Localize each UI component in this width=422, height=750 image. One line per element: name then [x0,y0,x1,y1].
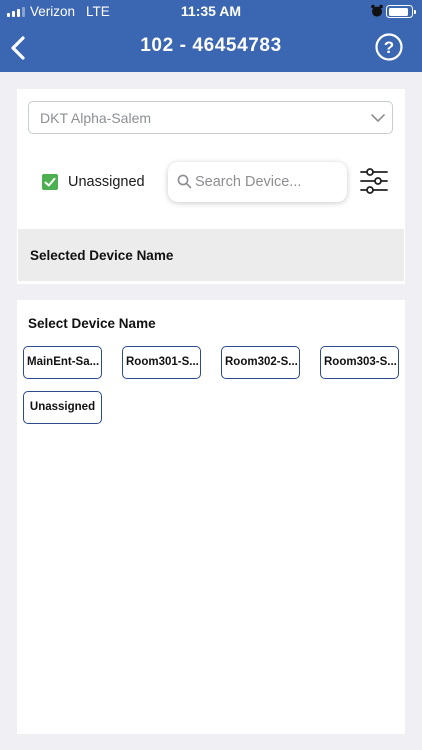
chevron-down-icon [371,114,385,122]
selected-device-section: Selected Device Name [18,229,404,281]
selected-device-title: Selected Device Name [30,248,174,263]
help-icon[interactable]: ? [375,33,403,61]
device-filter-panel: DKT Alpha-Salem Unassigned Selected Devi… [17,89,405,284]
device-chip-room302[interactable]: Room302-S... [221,346,300,379]
svg-text:?: ? [384,38,394,57]
device-list-panel: Select Device Name MainEnt-Sa... Room301… [17,300,405,734]
checkmark-icon [44,177,56,187]
app-header: Verizon LTE 11:35 AM 102 - 46454783 ? [0,0,422,72]
search-icon [177,174,192,189]
location-select[interactable]: DKT Alpha-Salem [28,101,393,134]
device-chip-unassigned[interactable]: Unassigned [23,391,102,424]
location-select-value: DKT Alpha-Salem [40,110,152,126]
clock: 11:35 AM [180,3,242,19]
status-bar: Verizon LTE 11:35 AM [0,0,422,22]
select-device-title: Select Device Name [28,316,156,331]
device-chip-room303[interactable]: Room303-S... [320,346,399,379]
unassigned-label[interactable]: Unassigned [68,174,145,190]
device-chip-mainent[interactable]: MainEnt-Sa... [23,346,102,379]
unassigned-checkbox[interactable] [42,174,58,190]
filter-settings-icon[interactable] [359,167,389,195]
device-search[interactable] [168,162,347,202]
page-title: 102 - 46454783 [140,35,282,56]
search-input[interactable] [195,172,340,192]
device-chip-room301[interactable]: Room301-S... [122,346,201,379]
alarm-icon [371,4,383,17]
battery-icon [386,5,416,18]
